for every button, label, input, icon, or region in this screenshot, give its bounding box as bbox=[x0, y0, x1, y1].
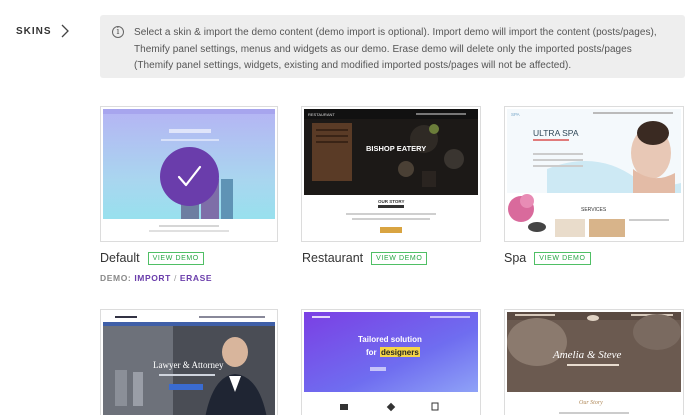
wedding-preview-subtitle: Our Story bbox=[579, 400, 603, 406]
skins-section-toggle[interactable]: SKINS bbox=[16, 24, 70, 38]
lawyer-preview-title: Lawyer & Attorney bbox=[153, 360, 224, 370]
view-demo-button[interactable]: VIEW DEMO bbox=[534, 251, 591, 265]
chevron-right-icon bbox=[61, 24, 69, 38]
skin-thumbnail-agency[interactable]: Tailored solution for designers bbox=[301, 309, 481, 415]
demo-label: DEMO: bbox=[100, 273, 132, 283]
restaurant-preview-brand: RESTAURANT bbox=[308, 112, 335, 117]
skin-thumbnail-restaurant[interactable]: RESTAURANT BISHOP EATERY OUR STORY bbox=[301, 106, 481, 242]
skin-name: Restaurant bbox=[302, 251, 364, 265]
lawyer-skin-preview: Lawyer & Attorney bbox=[103, 312, 275, 415]
wedding-preview-title: Amelia & Steve bbox=[552, 349, 622, 361]
agency-skin-preview: Tailored solution for designers bbox=[304, 312, 478, 415]
spa-preview-title: ULTRA SPA bbox=[533, 128, 579, 138]
demo-actions: DEMO: IMPORT / ERASE bbox=[100, 273, 212, 283]
spa-preview-section: SERVICES bbox=[581, 207, 607, 213]
agency-preview-line1: Tailored solution bbox=[358, 335, 422, 344]
wedding-skin-preview: Amelia & Steve Our Story bbox=[507, 312, 681, 415]
restaurant-skin-preview: RESTAURANT BISHOP EATERY OUR STORY bbox=[304, 109, 478, 239]
skin-thumbnail-spa[interactable]: SPA ULTRA SPA SERVICES bbox=[504, 106, 684, 242]
notice-text: Select a skin & import the demo content … bbox=[134, 27, 657, 71]
spa-preview-brand: SPA bbox=[511, 112, 520, 117]
skins-settings-page: SKINS i Select a skin & import the demo … bbox=[0, 0, 693, 415]
selected-check-badge bbox=[160, 147, 219, 206]
skin-thumbnail-lawyer[interactable]: Lawyer & Attorney bbox=[100, 309, 278, 415]
skin-thumbnail-default[interactable] bbox=[100, 106, 278, 242]
skins-info-notice: i Select a skin & import the demo conten… bbox=[100, 15, 685, 78]
skin-name: Spa bbox=[504, 251, 527, 265]
skin-caption-restaurant: Restaurant VIEW DEMO bbox=[302, 251, 428, 265]
view-demo-button[interactable]: VIEW DEMO bbox=[147, 251, 204, 265]
demo-separator: / bbox=[173, 273, 177, 283]
skin-thumbnail-wedding[interactable]: Amelia & Steve Our Story bbox=[504, 309, 684, 415]
erase-demo-link[interactable]: ERASE bbox=[180, 273, 212, 283]
checkmark-icon bbox=[177, 165, 202, 187]
skin-caption-default: Default VIEW DEMO bbox=[100, 251, 204, 265]
restaurant-preview-title: BISHOP EATERY bbox=[366, 144, 426, 153]
restaurant-preview-section: OUR STORY bbox=[378, 199, 405, 204]
skin-name: Default bbox=[100, 251, 140, 265]
info-icon: i bbox=[112, 26, 124, 38]
agency-preview-line2-highlight: designers bbox=[381, 348, 419, 357]
view-demo-button[interactable]: VIEW DEMO bbox=[371, 251, 428, 265]
skin-caption-spa: Spa VIEW DEMO bbox=[504, 251, 591, 265]
desktop-icon bbox=[340, 404, 348, 410]
spa-skin-preview: SPA ULTRA SPA SERVICES bbox=[507, 109, 681, 239]
agency-preview-line2-prefix: for bbox=[366, 348, 377, 357]
import-demo-link[interactable]: IMPORT bbox=[134, 273, 171, 283]
skins-label: SKINS bbox=[16, 25, 52, 37]
